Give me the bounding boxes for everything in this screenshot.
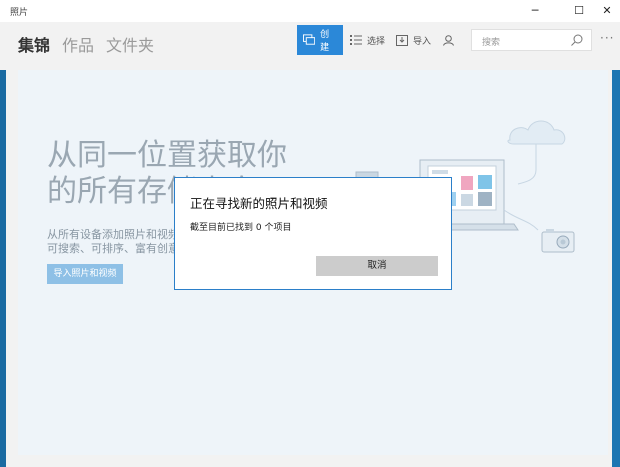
tab-albums[interactable]: 作品 bbox=[62, 32, 94, 56]
select-label: 选择 bbox=[367, 36, 386, 47]
more-options-button[interactable]: ··· bbox=[600, 31, 614, 45]
dialog-message: 截至目前已找到 0 个项目 bbox=[190, 223, 292, 233]
tab-folders[interactable]: 文件夹 bbox=[106, 32, 154, 56]
search-icon[interactable] bbox=[571, 34, 583, 46]
cancel-button[interactable]: 取消 bbox=[316, 256, 438, 276]
tab-collection[interactable]: 集锦 bbox=[18, 32, 50, 56]
camera-icon bbox=[541, 229, 575, 253]
search-box[interactable]: 搜索 bbox=[471, 29, 592, 51]
close-button[interactable]: ✕ bbox=[590, 0, 620, 22]
create-label: 创建 bbox=[320, 30, 330, 53]
hero-description-line2: 可搜索、可排序、富有创意 bbox=[47, 242, 179, 255]
minimize-button[interactable]: ─ bbox=[518, 0, 552, 22]
app-toolbar: 集锦 作品 文件夹 创建 选择 导入 搜索 bbox=[0, 22, 620, 56]
select-list-icon bbox=[350, 35, 362, 45]
window-title: 照片 bbox=[10, 8, 29, 18]
select-button[interactable]: 选择 bbox=[350, 25, 385, 55]
search-input[interactable]: 搜索 bbox=[482, 35, 500, 48]
cloud-icon bbox=[507, 120, 566, 145]
desktop-edge-right bbox=[612, 70, 620, 467]
person-icon bbox=[443, 34, 454, 46]
dialog-title: 正在寻找新的照片和视频 bbox=[190, 196, 328, 211]
photos-app-window: 照片 ─ ☐ ✕ 集锦 作品 文件夹 创建 选择 导入 搜索 ··· 从同一位置… bbox=[0, 0, 620, 467]
create-button[interactable]: 创建 bbox=[297, 25, 343, 55]
import-photos-button[interactable]: 导入照片和视频 bbox=[47, 264, 123, 284]
create-icon bbox=[303, 34, 316, 45]
desktop-edge-left bbox=[0, 70, 6, 467]
import-progress-dialog: 正在寻找新的照片和视频 截至目前已找到 0 个项目 取消 bbox=[174, 177, 452, 290]
import-toolbar-button[interactable]: 导入 bbox=[396, 25, 431, 55]
import-icon bbox=[396, 34, 408, 46]
account-button[interactable] bbox=[443, 25, 454, 55]
import-label: 导入 bbox=[413, 36, 432, 47]
title-bar: 照片 ─ ☐ ✕ bbox=[0, 0, 620, 22]
